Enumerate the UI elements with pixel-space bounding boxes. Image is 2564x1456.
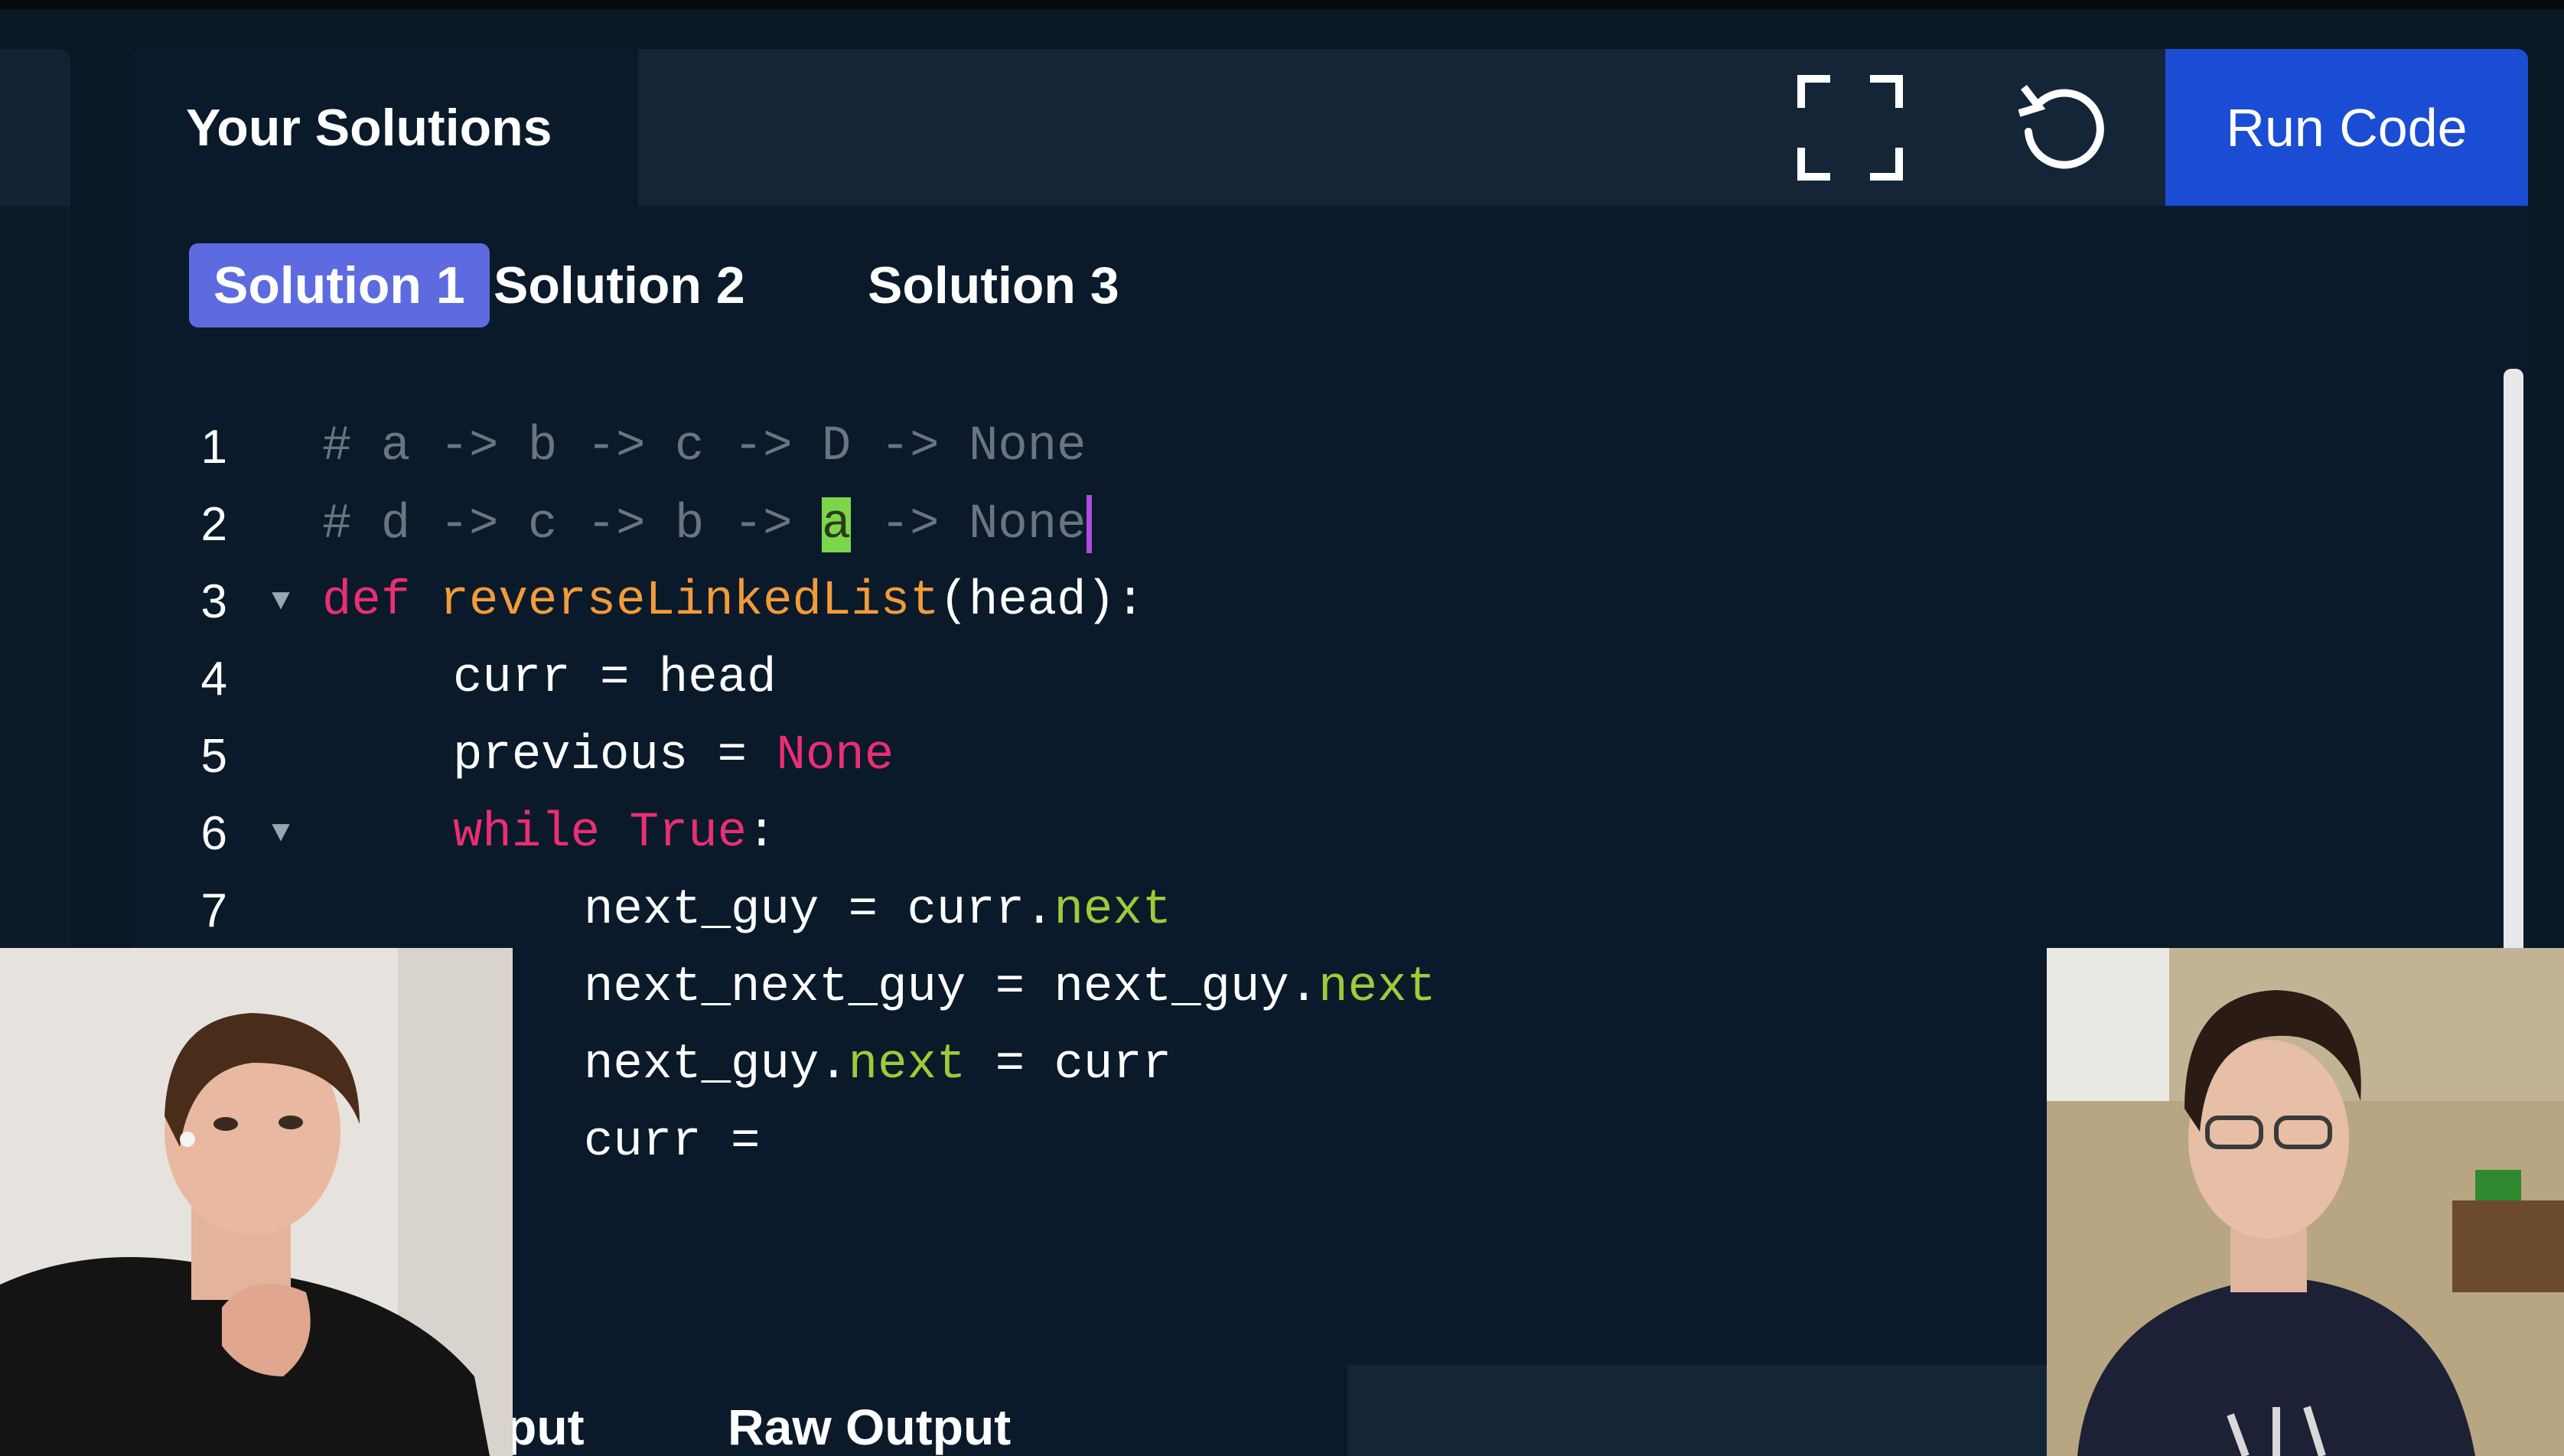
- selection-highlight: a: [821, 497, 852, 552]
- tab-solution-2[interactable]: Solution 2: [469, 243, 770, 327]
- editor-header: Your Solutions Run Code: [131, 49, 2528, 206]
- text-cursor: [1086, 495, 1092, 553]
- fold-arrow-icon[interactable]: ▼: [272, 585, 290, 619]
- window-top-edge: [0, 0, 2564, 9]
- page-title: Your Solutions: [186, 98, 552, 157]
- code-comment: # a -> b -> c -> D -> None: [322, 419, 1087, 474]
- fullscreen-button[interactable]: [1793, 74, 1908, 181]
- fullscreen-icon: [1797, 75, 1903, 181]
- webcam-right-image: [2047, 948, 2564, 1456]
- webcam-left: [0, 948, 513, 1456]
- title-tab: Your Solutions: [131, 49, 638, 206]
- line-number: 7: [200, 884, 227, 937]
- webcam-right: [2047, 948, 2564, 1456]
- webcam-left-image: [0, 948, 513, 1456]
- line-number: 6: [200, 806, 227, 860]
- run-code-button[interactable]: Run Code: [2165, 49, 2528, 206]
- fold-arrow-icon[interactable]: ▼: [272, 816, 290, 851]
- reset-button[interactable]: [2007, 74, 2122, 181]
- line-number: 5: [200, 729, 227, 783]
- line-number: 4: [200, 652, 227, 705]
- tab-output[interactable]: put: [506, 1365, 659, 1456]
- reset-icon: [2018, 84, 2104, 169]
- line-number: 1: [200, 420, 227, 474]
- editor-scrollbar[interactable]: [2504, 369, 2523, 996]
- line-number: 3: [200, 575, 227, 628]
- code-comment: # d -> c -> b -> a -> None: [322, 495, 1092, 553]
- line-number: 2: [200, 497, 227, 551]
- tab-solution-3[interactable]: Solution 3: [843, 243, 1144, 327]
- tab-solution-1[interactable]: Solution 1: [189, 243, 490, 327]
- tab-raw-output[interactable]: Raw Output: [659, 1365, 1347, 1456]
